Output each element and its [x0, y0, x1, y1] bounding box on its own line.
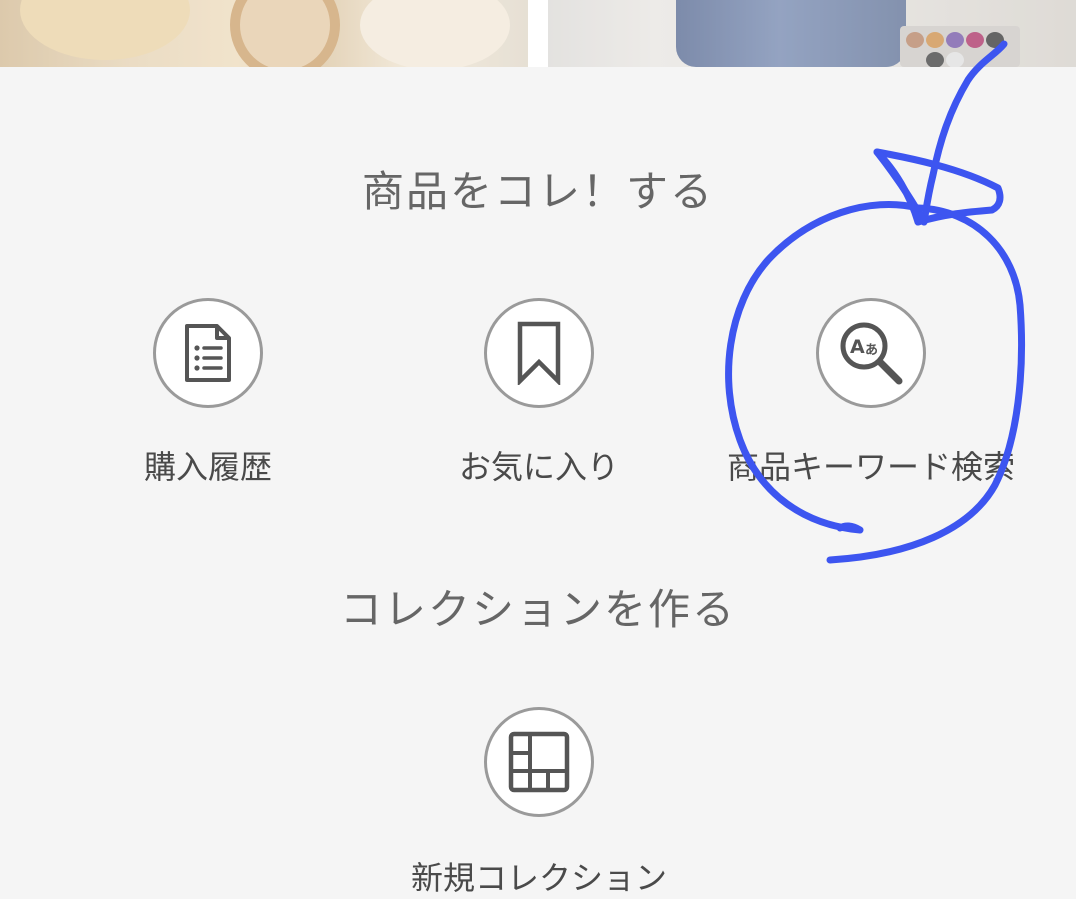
top-image-strip — [0, 0, 1076, 67]
purchase-history-icon-circle[interactable] — [153, 298, 263, 408]
purchase-history-icon — [185, 324, 231, 382]
bookmark-icon — [517, 321, 561, 385]
keyword-search-label: 商品キーワード検索 — [726, 448, 1015, 486]
favorites-icon-circle[interactable] — [484, 298, 594, 408]
new-collection-label: 新規コレクション — [410, 859, 667, 897]
keyword-search-button[interactable]: A あ 商品キーワード検索 — [721, 298, 1021, 488]
svg-text:A: A — [850, 336, 865, 358]
new-collection-button[interactable]: 新規コレクション — [389, 707, 689, 899]
collection-grid-icon — [508, 731, 570, 793]
favorites-button[interactable]: お気に入り — [389, 298, 689, 488]
keyword-search-icon-circle[interactable]: A あ — [816, 298, 926, 408]
section-title-collection: コレクションを作る — [339, 585, 736, 634]
keyword-search-icon: A あ — [840, 322, 903, 385]
purchase-history-button[interactable]: 購入履歴 — [58, 298, 358, 488]
dim-overlay — [0, 0, 1076, 67]
new-collection-icon-circle[interactable] — [484, 707, 594, 817]
svg-text:あ: あ — [865, 343, 878, 358]
purchase-history-label: 購入履歴 — [143, 448, 272, 486]
section-title-collect: 商品をコレ！する — [361, 167, 714, 216]
favorites-label: お気に入り — [458, 448, 619, 486]
